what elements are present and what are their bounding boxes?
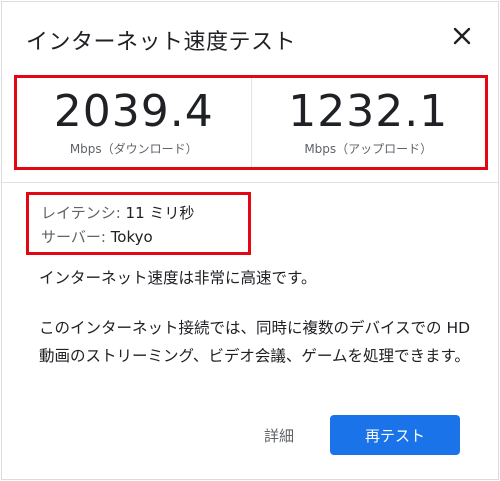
download-speed-value: 2039.4 — [53, 86, 214, 137]
dialog-title: インターネット速度テスト — [26, 30, 297, 55]
upload-speed-value: 1232.1 — [288, 86, 449, 137]
latency-value: 11 ミリ秒 — [125, 204, 195, 222]
upload-result: 1232.1 Mbps（アップロード） — [250, 78, 486, 167]
server-label: サーバー: — [41, 228, 106, 246]
latency-info: レイテンシ: 11 ミリ秒 サーバー: Tokyo — [26, 192, 251, 255]
retest-button[interactable]: 再テスト — [330, 415, 460, 455]
server-row: サーバー: Tokyo — [41, 225, 248, 249]
speed-results: 2039.4 Mbps（ダウンロード） 1232.1 Mbps（アップロード） — [14, 75, 488, 170]
speed-summary-text: インターネット速度は非常に高速です。 — [39, 269, 317, 287]
server-value: Tokyo — [110, 228, 153, 246]
latency-row: レイテンシ: 11 ミリ秒 — [41, 201, 248, 225]
speed-test-dialog: インターネット速度テスト 2039.4 Mbps（ダウンロード） 1232.1 … — [1, 1, 499, 480]
details-button[interactable]: 詳細 — [264, 425, 294, 446]
latency-label: レイテンシ: — [41, 204, 121, 222]
download-speed-unit: Mbps（ダウンロード） — [69, 142, 198, 156]
dialog-header: インターネット速度テスト — [2, 2, 498, 72]
close-icon[interactable] — [448, 22, 476, 50]
speed-detail-text: このインターネット接続では、同時に複数のデバイスでの HD 動画のストリーミング… — [39, 319, 471, 365]
upload-speed-unit: Mbps（アップロード） — [304, 142, 433, 156]
download-result: 2039.4 Mbps（ダウンロード） — [17, 78, 251, 167]
section-divider — [2, 182, 498, 183]
